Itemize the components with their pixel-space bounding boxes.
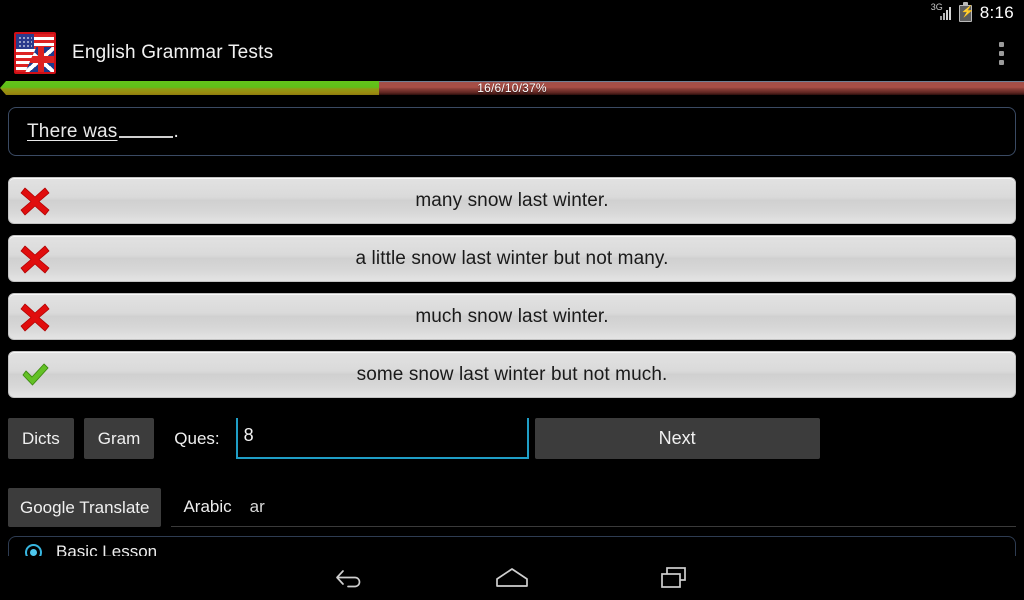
status-bar: 3G 8:16 — [0, 0, 1024, 26]
app-title: English Grammar Tests — [72, 42, 274, 63]
red-x-icon — [17, 183, 53, 219]
score-progress-bar: 16/6/10/37% — [0, 80, 1024, 96]
question-number-label: Ques: — [174, 428, 220, 448]
signal-bars-glyph — [939, 7, 953, 20]
language-code: ar — [249, 497, 265, 516]
answer-option-3-label: much snow last winter. — [415, 305, 609, 327]
next-button[interactable]: Next — [534, 418, 820, 459]
question-suffix: . — [173, 120, 179, 142]
answer-option-1-label: many snow last winter. — [415, 189, 609, 211]
question-number-input-wrapper — [235, 418, 529, 459]
answer-option-4-label: some snow last winter but not much. — [356, 363, 668, 385]
google-translate-button[interactable]: Google Translate — [8, 488, 162, 527]
question-text: There was. — [27, 121, 179, 143]
battery-charging-icon — [958, 1, 974, 22]
answer-option-3[interactable]: much snow last winter. — [8, 293, 1016, 340]
answer-list: many snow last winter. a little snow las… — [8, 177, 1016, 409]
question-box: There was. — [8, 107, 1016, 156]
back-arrow-icon[interactable] — [323, 556, 377, 600]
android-nav-bar — [0, 556, 1024, 600]
us-uk-flag-icon — [14, 32, 56, 74]
app-bar: English Grammar Tests — [0, 26, 1024, 80]
controls-row: Dicts Gram Ques: Next — [8, 418, 1016, 459]
gram-button[interactable]: Gram — [83, 418, 155, 459]
status-bar-icons: 3G 8:16 — [931, 1, 1014, 23]
progress-label: 16/6/10/37% — [477, 81, 547, 95]
recent-apps-icon[interactable] — [647, 556, 701, 600]
question-blank — [118, 135, 173, 138]
signal-bars-icon: 3G — [931, 3, 953, 22]
language-selector[interactable]: Arabic ar — [171, 488, 1016, 527]
answer-option-2[interactable]: a little snow last winter but not many. — [8, 235, 1016, 282]
status-bar-clock: 8:16 — [979, 3, 1014, 22]
question-number-input[interactable] — [235, 418, 529, 459]
android-app-screen: 3G 8:16 English Grammar Tests 16/6/10/37… — [0, 0, 1024, 600]
overflow-menu-icon[interactable] — [986, 31, 1016, 75]
answer-option-2-label: a little snow last winter but not many. — [355, 247, 669, 269]
green-check-icon — [17, 357, 53, 393]
home-icon[interactable] — [485, 556, 539, 600]
translate-row: Google Translate Arabic ar — [8, 488, 1016, 527]
red-x-icon — [17, 241, 53, 277]
question-prefix: There was — [27, 120, 118, 142]
language-name: Arabic — [183, 497, 232, 516]
red-x-icon — [17, 299, 53, 335]
dicts-button[interactable]: Dicts — [8, 418, 74, 459]
answer-option-4[interactable]: some snow last winter but not much. — [8, 351, 1016, 398]
answer-option-1[interactable]: many snow last winter. — [8, 177, 1016, 224]
